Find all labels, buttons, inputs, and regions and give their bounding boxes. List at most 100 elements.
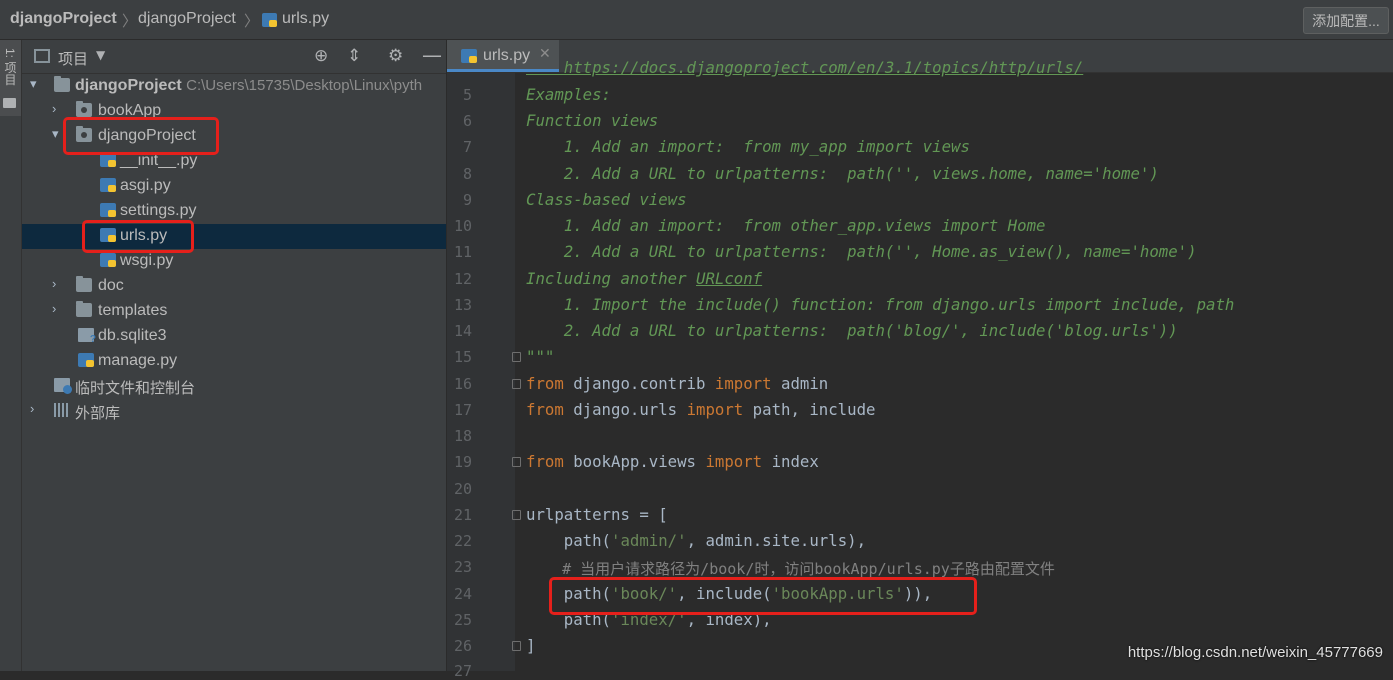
code-line: 1. Add an import: from other_app.views i… [526,216,1046,235]
line-number: 6 [462,112,472,130]
tree-item-external-libs[interactable]: › 外部库 [22,399,446,424]
code-line: Function views [526,111,659,130]
code-token: django.contrib [563,374,715,393]
panel-title: 项目 [58,51,89,68]
breadcrumb-separator: 〉 [244,12,260,30]
chevron-right-icon[interactable]: › [52,101,56,116]
fold-marker-icon[interactable] [512,641,521,651]
tree-label: wsgi.py [120,252,174,269]
code-line: path('admin/', admin.site.urls), [526,531,866,550]
python-file-icon [100,253,116,267]
code-line: """ [526,347,555,366]
code-token: import [714,374,772,393]
chevron-down-icon[interactable]: ▾ [52,126,59,142]
python-file-icon [100,203,116,217]
line-number: 11 [453,243,472,261]
code-token: index [762,452,819,471]
code-token: bookApp.views [563,452,706,471]
library-icon [54,403,70,417]
python-file-icon [100,178,116,192]
line-number: 14 [453,322,472,340]
collapse-all-icon[interactable]: ⇕ [347,46,361,66]
breadcrumb-separator: 〉 [122,12,138,30]
breadcrumb-file[interactable]: urls.py [282,10,329,28]
code-token: , admin.site.urls), [686,531,867,550]
line-number: 18 [453,427,472,445]
fold-marker-icon[interactable] [512,352,521,362]
hide-panel-icon[interactable]: — [422,43,442,67]
code-line: from django.urls import path, include [526,400,875,419]
code-token: 'admin/' [611,531,687,550]
project-view-icon [34,49,50,63]
breadcrumb-project[interactable]: djangoProject [10,10,117,28]
python-file-icon [461,49,477,63]
code-line: urlpatterns = [ [526,505,668,524]
project-panel-header: 项目 ▼ ⊕ ⇕ ⚙ — [22,40,446,74]
code-token: from [526,374,564,393]
database-file-icon [78,328,96,345]
line-number: 7 [462,138,472,156]
tree-label: settings.py [120,202,197,219]
tree-item-root[interactable]: ▾ djangoProject C:\Users\15735\Desktop\L… [22,74,446,99]
chevron-right-icon[interactable]: › [30,401,34,416]
watermark: https://blog.csdn.net/weixin_45777669 [1127,644,1383,661]
line-number: 12 [453,270,472,288]
project-tool-label: 1: 项目 [3,48,17,86]
add-configuration-button[interactable]: 添加配置... [1303,7,1389,34]
line-number: 8 [462,165,472,183]
root-label-group: djangoProject C:\Users\15735\Desktop\Lin… [75,77,422,95]
line-number: 19 [453,453,472,471]
code-line: ] [526,636,536,655]
fold-marker-icon[interactable] [512,457,521,467]
tree-item-templates[interactable]: › templates [22,299,446,324]
folder-icon [3,98,16,108]
code-token: import [705,452,763,471]
highlight-box [549,577,977,615]
tree-label: doc [98,277,124,294]
scratches-icon [54,378,72,394]
fold-marker-icon[interactable] [512,379,521,389]
code-line: 1. Add an import: from my_app import vie… [526,137,970,156]
code-token: django.urls [563,400,687,419]
code-line: 2. Add a URL to urlpatterns: path('', Ho… [526,242,1197,261]
tool-window-strip: 1: 项目 [0,40,22,671]
line-number: 21 [453,506,472,524]
tree-item-db[interactable]: db.sqlite3 [22,324,446,349]
tree-item-doc[interactable]: › doc [22,274,446,299]
code-token: admin [771,374,829,393]
tree-label: asgi.py [120,177,171,194]
code-token: import [686,400,744,419]
code-token: path, include [743,400,876,419]
python-file-icon [262,13,277,27]
line-number: 13 [453,296,472,314]
code-line: from django.contrib import admin [526,374,828,393]
line-number: 23 [453,558,472,576]
package-folder-icon [76,101,92,117]
tree-item-scratches[interactable]: 临时文件和控制台 [22,374,446,399]
tree-item-manage[interactable]: manage.py [22,349,446,374]
folder-icon [76,301,92,317]
chevron-right-icon[interactable]: › [52,276,56,291]
line-number: 16 [453,375,472,393]
code-line: 2. Add a URL to urlpatterns: path('blog/… [526,321,1178,340]
gear-icon[interactable]: ⚙ [388,46,403,66]
navigation-bar: djangoProject 〉 djangoProject 〉 urls.py … [0,0,1393,40]
tree-label: manage.py [98,352,178,369]
line-number: 10 [453,217,472,235]
chevron-right-icon[interactable]: › [52,301,56,316]
fold-marker-icon[interactable] [512,510,521,520]
line-number: 27 [453,662,472,680]
code-line: https://docs.djangoproject.com/en/3.1/to… [526,58,1084,77]
locate-target-icon[interactable]: ⊕ [314,46,328,66]
tree-item-asgi[interactable]: asgi.py [22,174,446,199]
code-line: 2. Add a URL to urlpatterns: path('', vi… [526,164,1159,183]
breadcrumb-folder[interactable]: djangoProject [138,10,236,28]
code-line: from bookApp.views import index [526,452,819,471]
tree-label: templates [98,302,168,319]
code-line: Including another URLconf [526,269,762,288]
python-file-icon [78,353,94,367]
chevron-down-icon[interactable]: ▾ [30,76,37,92]
line-number: 15 [453,348,472,366]
view-dropdown-chevron-icon[interactable]: ▼ [96,48,105,62]
python-file-icon [100,153,116,167]
